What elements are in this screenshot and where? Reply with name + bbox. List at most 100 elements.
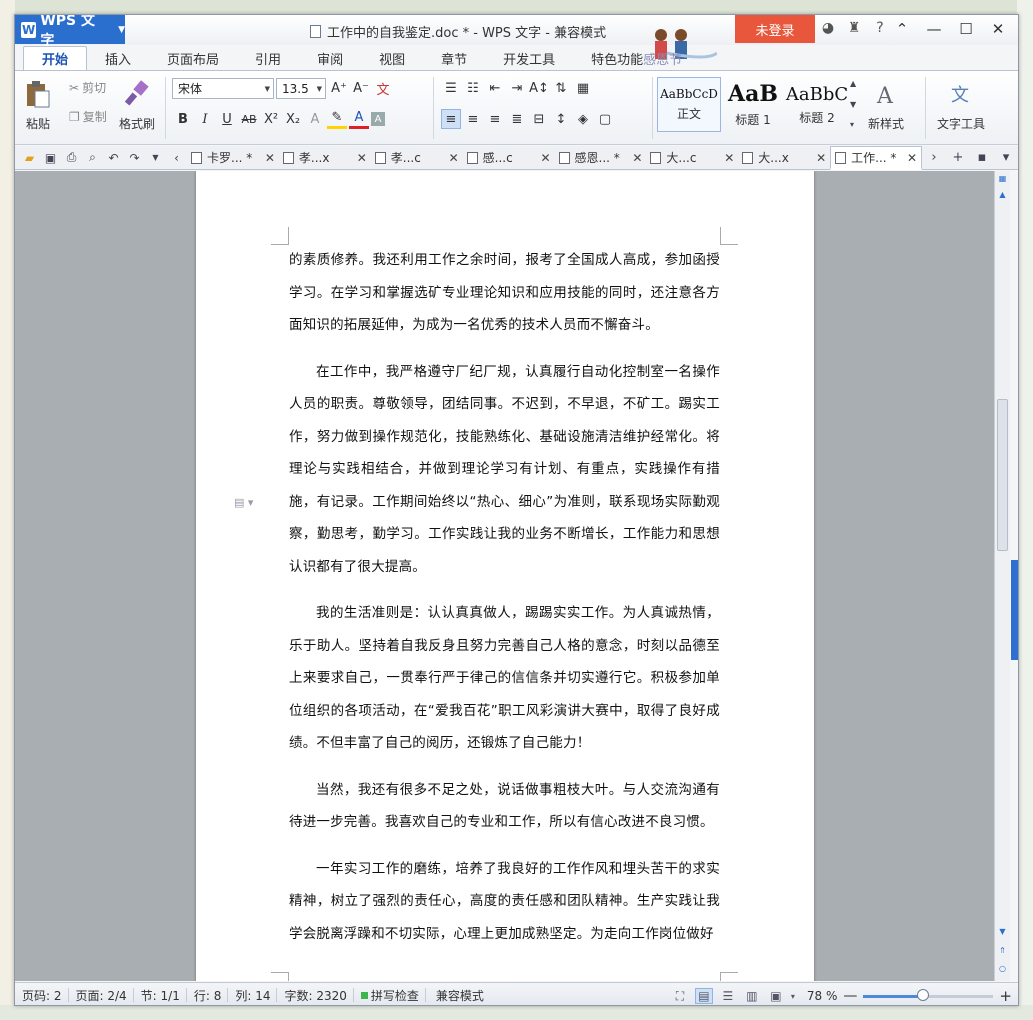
spell-check-toggle[interactable]: 拼写检查 — [354, 988, 426, 1003]
paste-button[interactable]: 粘贴 — [23, 79, 53, 132]
distribute-icon[interactable]: ⊟ — [529, 109, 549, 129]
close-tab-icon[interactable]: ✕ — [540, 151, 550, 165]
strikethrough-icon[interactable]: AB — [239, 109, 259, 129]
previous-page-icon[interactable]: ⇑ — [995, 943, 1010, 957]
tab-scroll-left-icon[interactable]: ‹ — [166, 148, 187, 168]
format-painter-button[interactable]: 格式刷 — [119, 79, 155, 132]
tab-sections[interactable]: 章节 — [423, 46, 485, 70]
tab-thanksgiving[interactable]: 感恩节 — [643, 46, 700, 70]
tab-features[interactable]: 特色功能 — [573, 46, 643, 70]
doc-tab[interactable]: 孝...c ✕ — [371, 147, 463, 169]
tab-developer[interactable]: 开发工具 — [485, 46, 573, 70]
bold-icon[interactable]: B — [173, 109, 193, 129]
underline-icon[interactable]: U — [217, 109, 237, 129]
open-folder-icon[interactable]: ▰ — [19, 148, 40, 168]
sort-icon[interactable]: ⇅ — [551, 78, 571, 98]
side-panel-toggle[interactable] — [1011, 560, 1018, 660]
style-normal[interactable]: AaBbCcD 正文 — [657, 77, 721, 132]
outline-view-icon[interactable]: ☰ — [719, 988, 737, 1004]
close-tab-icon[interactable]: ✕ — [632, 151, 642, 165]
paragraph-options-icon[interactable]: ▤ ▾ — [234, 496, 256, 510]
close-tab-icon[interactable]: ✕ — [357, 151, 367, 165]
bullet-list-icon[interactable]: ☰ — [441, 78, 461, 98]
numbered-list-icon[interactable]: ☷ — [463, 78, 483, 98]
font-color-icon[interactable]: A — [349, 109, 369, 129]
redo-icon[interactable]: ↷ — [124, 148, 145, 168]
document-page[interactable]: ▤ ▾ 的素质修养。我还利用工作之余时间，报考了全国成人高成，参加函授学习。在学… — [196, 171, 814, 981]
close-tab-icon[interactable]: ✕ — [816, 151, 826, 165]
reading-view-icon[interactable]: ▣ — [767, 988, 785, 1004]
vertical-scrollbar[interactable]: ▦ ▲ ▼ ⇑ ○ — [994, 171, 1010, 981]
copy-button[interactable]: ❐ 复制 — [69, 108, 107, 125]
save-icon[interactable]: ▣ — [40, 148, 61, 168]
doc-tab[interactable]: 卡罗... * ✕ — [187, 147, 279, 169]
close-tab-icon[interactable]: ✕ — [449, 151, 459, 165]
phonetic-guide-icon[interactable]: 文 — [373, 78, 393, 98]
customize-dropdown-icon[interactable]: ▼ — [145, 148, 166, 168]
border-icon[interactable]: ▢ — [595, 109, 615, 129]
style-heading-2[interactable]: AaBbC 标题 2 — [785, 77, 849, 132]
login-button[interactable]: 未登录 — [735, 15, 815, 43]
web-view-icon[interactable]: ▥ — [743, 988, 761, 1004]
new-tab-icon[interactable]: + — [946, 150, 970, 165]
align-center-icon[interactable]: ≡ — [463, 109, 483, 129]
style-gallery-scroll[interactable]: ▲ ▼ ▾ — [850, 79, 860, 129]
browse-object-icon[interactable]: ○ — [995, 961, 1010, 975]
print-icon[interactable]: ⎙ — [61, 148, 82, 168]
new-style-button[interactable]: A 新样式 — [868, 79, 904, 132]
text-effect-icon[interactable]: A — [305, 109, 325, 129]
doc-tab[interactable]: 感恩... * ✕ — [555, 147, 647, 169]
scroll-up-icon[interactable]: ▲ — [995, 187, 1010, 201]
collapse-ribbon-icon[interactable]: ⌃ — [886, 18, 918, 40]
font-name-select[interactable]: 宋体 ▼ — [172, 78, 274, 99]
char-scale-icon[interactable]: A↕ — [529, 78, 549, 98]
increase-indent-icon[interactable]: ⇥ — [507, 78, 527, 98]
close-icon[interactable]: ✕ — [982, 18, 1014, 40]
chevron-up-icon[interactable]: ▲ — [850, 79, 860, 88]
cut-button[interactable]: ✂ 剪切 — [69, 79, 106, 96]
close-tab-icon[interactable]: ✕ — [724, 151, 734, 165]
justify-icon[interactable]: ≣ — [507, 109, 527, 129]
superscript-icon[interactable]: X² — [261, 109, 281, 129]
ruler-toggle-icon[interactable]: ▦ — [995, 171, 1010, 185]
doc-tab[interactable]: 大...x ✕ — [738, 147, 830, 169]
minimize-icon[interactable]: — — [918, 18, 950, 40]
font-size-select[interactable]: 13.5 ▼ — [276, 78, 326, 99]
scroll-thumb[interactable] — [997, 399, 1008, 551]
status-word-count[interactable]: 字数: 2320 — [277, 988, 354, 1003]
tab-view[interactable]: 视图 — [361, 46, 423, 70]
align-right-icon[interactable]: ≡ — [485, 109, 505, 129]
skin-icon[interactable]: ◕ — [818, 20, 838, 36]
grow-font-icon[interactable]: A⁺ — [329, 78, 349, 98]
zoom-level[interactable]: 78 % — [807, 989, 838, 1003]
tab-scroll-right-icon[interactable]: › — [922, 150, 946, 165]
zoom-slider-handle[interactable] — [917, 988, 930, 1001]
zoom-in-icon[interactable]: + — [999, 987, 1012, 1005]
line-spacing-icon[interactable]: ↕ — [551, 109, 571, 129]
print-preview-icon[interactable]: ⌕ — [82, 148, 103, 168]
doc-tab[interactable]: 大...c ✕ — [646, 147, 738, 169]
doc-tab-active[interactable]: 工作... * ✕ — [830, 146, 922, 170]
scroll-down-icon[interactable]: ▼ — [995, 924, 1010, 938]
page-view-icon[interactable]: ▤ — [694, 988, 713, 1004]
align-left-icon[interactable]: ≡ — [441, 109, 461, 129]
document-body[interactable]: 的素质修养。我还利用工作之余时间，报考了全国成人高成，参加函授学习。在学习和掌握… — [289, 244, 720, 950]
table-icon[interactable]: ▦ — [573, 78, 593, 98]
fullscreen-view-icon[interactable]: ⛶ — [671, 988, 689, 1004]
style-heading-1[interactable]: AaB 标题 1 — [723, 77, 783, 132]
chevron-down-icon[interactable]: ▼ — [850, 100, 860, 109]
tab-review[interactable]: 审阅 — [299, 46, 361, 70]
text-tools-button[interactable]: 文 文字工具 — [937, 79, 985, 132]
close-tab-icon[interactable]: ✕ — [265, 151, 275, 165]
tab-insert[interactable]: 插入 — [87, 46, 149, 70]
decrease-indent-icon[interactable]: ⇤ — [485, 78, 505, 98]
tab-references[interactable]: 引用 — [237, 46, 299, 70]
more-styles-icon[interactable]: ▾ — [850, 120, 860, 129]
zoom-out-icon[interactable]: — — [843, 988, 857, 1004]
shrink-font-icon[interactable]: A⁻ — [351, 78, 371, 98]
undo-icon[interactable]: ↶ — [103, 148, 124, 168]
zoom-slider[interactable] — [863, 988, 994, 1001]
italic-icon[interactable]: I — [195, 109, 215, 129]
doc-tab[interactable]: 孝...x ✕ — [279, 147, 371, 169]
tab-menu-icon[interactable]: ▪ — [970, 150, 994, 165]
